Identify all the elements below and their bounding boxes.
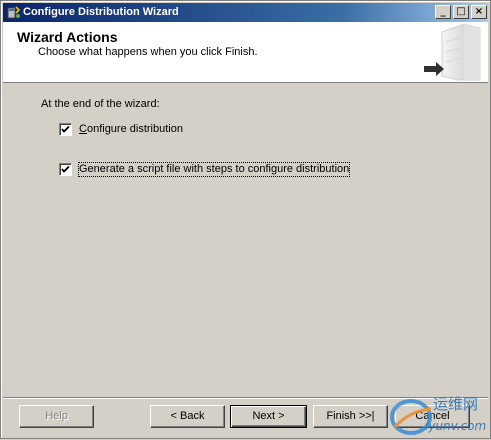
wizard-header: Wizard Actions Choose what happens when …	[3, 22, 488, 83]
watermark-cn-text: 运维网	[433, 395, 478, 413]
page-subtitle: Choose what happens when you click Finis…	[38, 46, 258, 58]
close-icon: ×	[474, 6, 484, 17]
maximize-icon: □	[456, 6, 466, 17]
site-watermark: 运维网 iyunv.com	[389, 387, 489, 437]
checkbox-box[interactable]	[59, 163, 72, 176]
checkmark-icon	[61, 125, 70, 133]
next-button[interactable]: Next >	[230, 405, 307, 428]
wizard-window: Configure Distribution Wizard _ □ × Wiza…	[0, 0, 491, 439]
help-button[interactable]: Help	[19, 405, 94, 428]
minimize-button[interactable]: _	[435, 5, 451, 19]
title-bar[interactable]: Configure Distribution Wizard _ □ ×	[3, 3, 488, 22]
page-title: Wizard Actions	[17, 29, 118, 45]
checkmark-icon	[61, 165, 70, 173]
configure-distribution-label: Configure distribution	[79, 123, 183, 135]
back-button[interactable]: < Back	[150, 405, 225, 428]
generate-script-label: Generate a script file with steps to con…	[77, 162, 351, 177]
intro-label: At the end of the wizard:	[41, 98, 160, 110]
finish-button[interactable]: Finish >>|	[313, 405, 388, 428]
wizard-app-icon	[6, 5, 21, 20]
watermark-url-text: iyunv.com	[425, 419, 486, 433]
configure-distribution-label-rest: onfigure distribution	[86, 123, 183, 135]
checkbox-box[interactable]	[59, 123, 72, 136]
server-graphic-icon	[420, 22, 484, 82]
minimize-icon: _	[440, 6, 446, 17]
close-button[interactable]: ×	[471, 5, 487, 19]
window-title: Configure Distribution Wizard	[23, 6, 179, 18]
maximize-button[interactable]: □	[453, 5, 469, 19]
